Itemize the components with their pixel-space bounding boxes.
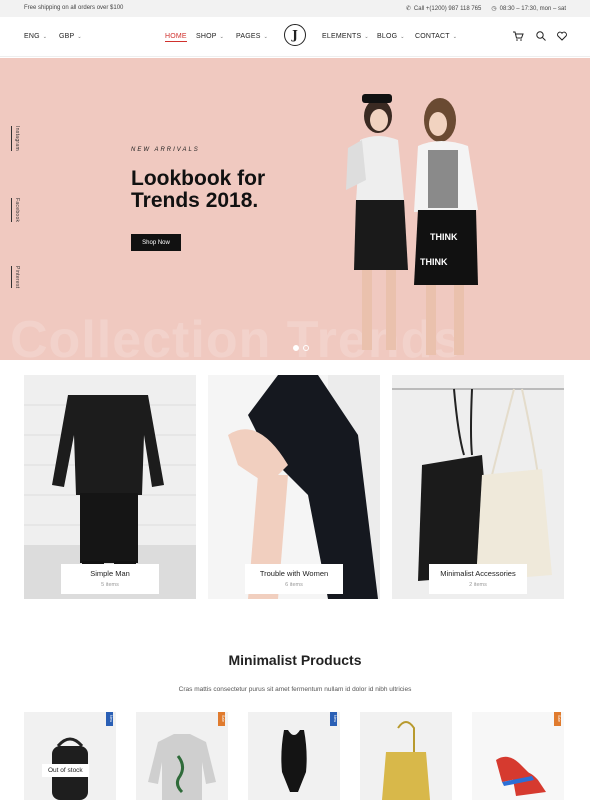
new-tag: New — [330, 712, 337, 726]
slider-dots — [293, 345, 309, 351]
nav-elements[interactable]: ELEMENTS ⌄ — [322, 33, 369, 40]
product-card[interactable]: Sale — [136, 712, 228, 800]
category-minimalist-accessories[interactable]: Minimalist Accessories 2 items — [392, 375, 564, 599]
nav-blog-label: BLOG — [377, 33, 398, 40]
hero-kicker: NEW ARRIVALS — [131, 147, 200, 153]
site-logo[interactable]: J — [284, 24, 306, 46]
clock-icon: ◷ — [491, 6, 497, 12]
sneakers-image — [496, 756, 546, 796]
cart-icon[interactable] — [512, 30, 524, 42]
chevron-down-icon: ⌄ — [42, 34, 48, 40]
free-shipping-notice: Free shipping on all orders over $100 — [24, 5, 124, 11]
nav-blog[interactable]: BLOG ⌄ — [377, 33, 405, 40]
chevron-down-icon: ⌄ — [263, 34, 268, 40]
category-card: Trouble with Women 6 items — [245, 564, 343, 594]
tote-bag-image — [382, 721, 430, 800]
language-selector[interactable]: ENG ⌄ — [24, 33, 47, 40]
category-count: 6 items — [285, 582, 303, 588]
hero-models-image: THINK THINK — [346, 94, 478, 355]
chevron-down-icon: ⌄ — [400, 34, 405, 40]
chevron-down-icon: ⌄ — [77, 34, 82, 40]
main-header: ENG ⌄ GBP ⌄ HOME SHOP ⌄ PAGES ⌄ J ELEMENTS ⌄ … — [0, 17, 590, 57]
bodysuit-image — [281, 730, 307, 792]
nav-pages[interactable]: PAGES ⌄ — [236, 33, 268, 40]
social-pinterest[interactable]: Pinterest — [11, 266, 20, 289]
nav-contact[interactable]: CONTACT ⌄ — [415, 33, 457, 40]
language-label: ENG — [24, 33, 40, 40]
hours-text: 08:30 – 17:30, mon – sat — [499, 6, 566, 12]
products-section-subtitle: Cras mattis consectetur purus sit amet f… — [178, 686, 412, 693]
currency-selector[interactable]: GBP ⌄ — [59, 33, 82, 40]
category-count: 5 items — [101, 582, 119, 588]
currency-label: GBP — [59, 33, 75, 40]
slider-dot-1[interactable] — [293, 345, 299, 351]
category-count: 2 items — [469, 582, 487, 588]
phone-icon: ✆ — [405, 6, 411, 12]
phone-info: ✆ Call +(1200) 987 118 765 — [406, 5, 481, 12]
nav-elements-label: ELEMENTS — [322, 33, 362, 40]
chevron-down-icon: ⌄ — [364, 34, 369, 40]
svg-text:THINK: THINK — [430, 232, 458, 242]
top-bar: Free shipping on all orders over $100 ✆ C… — [0, 0, 590, 17]
social-instagram[interactable]: Instagram — [11, 126, 20, 151]
nav-home[interactable]: HOME — [165, 33, 187, 42]
chevron-down-icon: ⌄ — [219, 34, 225, 40]
phone-text: Call +(1200) 987 118 765 — [413, 6, 482, 12]
category-simple-man[interactable]: Simple Man 5 items — [24, 375, 196, 599]
product-card[interactable]: New Out of stock — [24, 712, 116, 800]
new-tag: New — [106, 712, 113, 726]
category-name: Minimalist Accessories — [440, 569, 516, 578]
heart-icon[interactable] — [556, 30, 568, 42]
chevron-down-icon: ⌄ — [452, 34, 458, 40]
sweatshirt-image — [148, 734, 216, 800]
backpack-image — [52, 737, 88, 800]
category-card: Simple Man 5 items — [61, 564, 159, 594]
nav-home-label: HOME — [165, 33, 187, 42]
nav-shop[interactable]: SHOP ⌄ — [196, 33, 224, 40]
hero-title-line2: Trends 2018. — [131, 189, 259, 212]
shop-now-button[interactable]: Shop Now — [131, 234, 181, 251]
slider-dot-2[interactable] — [303, 345, 309, 351]
sale-tag: Sale — [554, 712, 561, 726]
category-name: Trouble with Women — [259, 569, 329, 578]
social-facebook[interactable]: Facebook — [11, 198, 20, 223]
nav-shop-label: SHOP — [196, 33, 217, 40]
hero-title-line1: Lookbook for — [131, 167, 266, 190]
out-of-stock-label: Out of stock — [42, 764, 89, 777]
nav-contact-label: CONTACT — [415, 33, 450, 40]
category-name: Simple Man — [90, 569, 130, 578]
products-section-title: Minimalist Products — [228, 652, 362, 668]
nav-pages-label: PAGES — [236, 33, 261, 40]
hero-slider: Collection Trends Instagram Facebook Pin… — [0, 58, 590, 360]
category-trouble-with-women[interactable]: Trouble with Women 6 items — [208, 375, 380, 599]
svg-text:THINK: THINK — [420, 257, 448, 267]
hours-info: ◷ 08:30 – 17:30, mon – sat — [491, 5, 566, 12]
sale-tag: Sale — [218, 712, 225, 726]
product-card[interactable] — [360, 712, 452, 800]
product-card[interactable]: New — [248, 712, 340, 800]
category-card: Minimalist Accessories 2 items — [429, 564, 527, 594]
hero-title: Lookbook for Trends 2018. — [131, 168, 265, 212]
product-card[interactable]: Sale — [472, 712, 564, 800]
search-icon[interactable] — [535, 30, 547, 42]
